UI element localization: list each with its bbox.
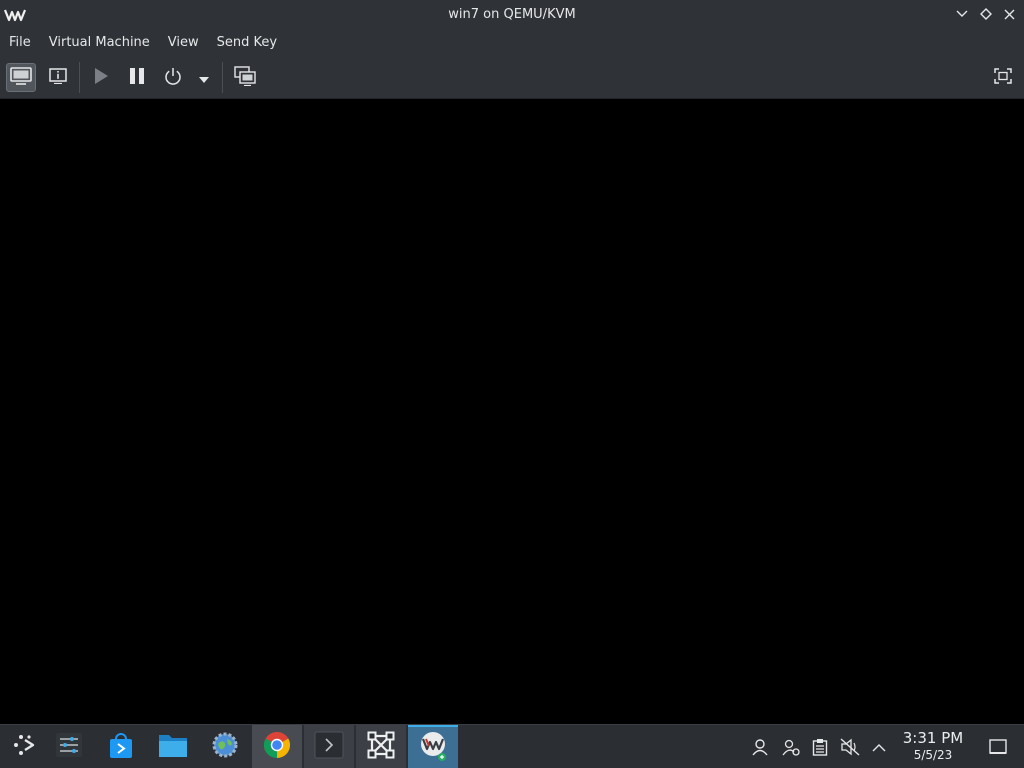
shutdown-power-icon xyxy=(164,67,182,89)
menu-view[interactable]: View xyxy=(159,29,208,57)
application-launcher-button[interactable] xyxy=(0,725,50,768)
discover-store-icon xyxy=(107,731,135,763)
kwin-window-icon xyxy=(366,730,396,764)
maximize-icon[interactable] xyxy=(978,6,994,22)
settings-gear-globe-icon xyxy=(211,731,239,763)
volume-muted-icon[interactable] xyxy=(840,737,860,757)
pause-icon xyxy=(129,67,145,89)
toolbar-separator xyxy=(79,62,80,93)
taskbar-app-kwin[interactable] xyxy=(356,725,406,768)
details-info-icon xyxy=(49,67,67,88)
details-button[interactable] xyxy=(43,63,73,92)
show-desktop-icon[interactable] xyxy=(988,737,1008,757)
minimize-icon[interactable] xyxy=(954,6,970,22)
taskbar: 3:31 PM 5/5/23 xyxy=(0,724,1024,768)
console-display-icon xyxy=(10,66,32,89)
clock-date: 5/5/23 xyxy=(913,748,953,762)
toolbar-separator xyxy=(222,62,223,93)
taskbar-app-chrome[interactable] xyxy=(252,725,302,768)
taskbar-app-file-manager[interactable] xyxy=(148,725,198,768)
user-icon[interactable] xyxy=(750,737,770,757)
toolbar xyxy=(0,57,1024,99)
taskbar-app-discover[interactable] xyxy=(96,725,146,768)
snapshots-icon xyxy=(234,65,256,90)
clock-time: 3:31 PM xyxy=(902,729,964,747)
fullscreen-button[interactable] xyxy=(988,63,1018,92)
clipboard-icon[interactable] xyxy=(810,737,830,757)
taskbar-app-virt-manager[interactable] xyxy=(408,725,458,768)
user-switch-icon[interactable] xyxy=(781,737,801,757)
vm-window: win7 on QEMU/KVM File Virtual Machine Vi… xyxy=(0,0,1024,724)
menu-virtual-machine[interactable]: Virtual Machine xyxy=(40,29,159,57)
menu-file[interactable]: File xyxy=(0,29,40,57)
snapshots-button[interactable] xyxy=(230,63,260,92)
shutdown-button[interactable] xyxy=(158,63,188,92)
fullscreen-icon xyxy=(994,67,1012,88)
taskbar-app-terminal[interactable] xyxy=(304,725,354,768)
digital-clock[interactable]: 3:31 PM 5/5/23 xyxy=(895,729,971,763)
virt-manager-logo-icon[interactable] xyxy=(3,7,27,22)
chrome-browser-icon xyxy=(262,730,292,764)
pause-button[interactable] xyxy=(122,63,152,92)
file-manager-folder-icon xyxy=(158,732,188,762)
taskbar-app-settings[interactable] xyxy=(200,725,250,768)
console-display-button[interactable] xyxy=(6,63,36,92)
close-icon[interactable] xyxy=(1001,6,1017,22)
run-play-icon xyxy=(93,67,109,89)
application-launcher-icon xyxy=(12,732,38,762)
show-hidden-chevron-up-icon[interactable] xyxy=(869,737,889,757)
terminal-icon xyxy=(314,731,344,763)
shutdown-menu-button[interactable] xyxy=(192,63,216,92)
taskbar-app-system-settings[interactable] xyxy=(44,725,94,768)
window-title: win7 on QEMU/KVM xyxy=(448,7,576,22)
vm-console-display[interactable] xyxy=(0,99,1024,724)
menu-send-key[interactable]: Send Key xyxy=(208,29,286,57)
virt-manager-icon xyxy=(417,730,449,766)
menu-bar: File Virtual Machine View Send Key xyxy=(0,29,1024,57)
run-button[interactable] xyxy=(86,63,116,92)
title-bar[interactable]: win7 on QEMU/KVM xyxy=(0,0,1024,29)
system-settings-sliders-icon xyxy=(55,732,83,762)
shutdown-menu-arrow-icon xyxy=(199,68,209,87)
